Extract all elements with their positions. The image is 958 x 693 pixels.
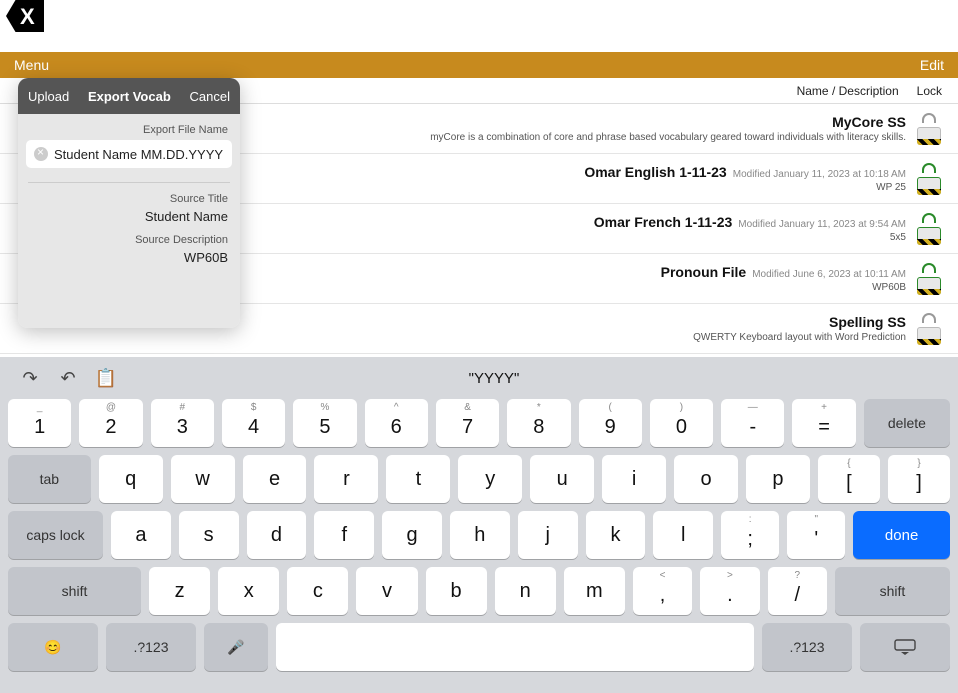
key-n[interactable]: n [495, 567, 556, 615]
file-description: QWERTY Keyboard layout with Word Predict… [693, 332, 906, 343]
app-logo: X [0, 0, 44, 32]
shift-key-left[interactable]: shift [8, 567, 141, 615]
emoji-key[interactable]: 😊 [8, 623, 98, 671]
key-y[interactable]: y [458, 455, 522, 503]
key-v[interactable]: v [356, 567, 417, 615]
file-modified: Modified January 11, 2023 at 10:18 AM [733, 169, 906, 180]
key-2[interactable]: @2 [79, 399, 142, 447]
source-title-value: Student Name [30, 209, 228, 224]
source-title-label: Source Title [30, 193, 228, 205]
redo-icon[interactable]: ↷ [18, 366, 42, 390]
key-c[interactable]: c [287, 567, 348, 615]
export-vocab-popover: Upload Export Vocab Cancel Export File N… [18, 78, 240, 328]
key-e[interactable]: e [243, 455, 307, 503]
key-punct[interactable]: <, [633, 567, 692, 615]
lock-icon [916, 313, 942, 345]
delete-key[interactable]: delete [864, 399, 950, 447]
file-modified: Modified January 11, 2023 at 9:54 AM [738, 219, 906, 230]
dictation-key[interactable]: 🎤 [204, 623, 268, 671]
key-q[interactable]: q [99, 455, 163, 503]
cancel-button[interactable]: Cancel [190, 89, 230, 104]
key-d[interactable]: d [247, 511, 307, 559]
popover-title: Export Vocab [88, 89, 171, 104]
capslock-key[interactable]: caps lock [8, 511, 103, 559]
key-5[interactable]: %5 [293, 399, 356, 447]
key-=[interactable]: += [792, 399, 855, 447]
clear-text-icon[interactable] [34, 147, 48, 161]
key-bracket[interactable]: {[ [818, 455, 880, 503]
file-description: WP 25 [584, 182, 906, 193]
key-b[interactable]: b [426, 567, 487, 615]
file-title: MyCore SS [430, 114, 906, 130]
key-j[interactable]: j [518, 511, 578, 559]
key-k[interactable]: k [586, 511, 646, 559]
key-punct[interactable]: :; [721, 511, 779, 559]
file-title: Omar French 1-11-23Modified January 11, … [594, 214, 906, 230]
key-o[interactable]: o [674, 455, 738, 503]
key-9[interactable]: (9 [579, 399, 642, 447]
key-7[interactable]: &7 [436, 399, 499, 447]
key-p[interactable]: p [746, 455, 810, 503]
key-f[interactable]: f [314, 511, 374, 559]
key-3[interactable]: #3 [151, 399, 214, 447]
key-punct[interactable]: >. [700, 567, 759, 615]
key-8[interactable]: *8 [507, 399, 570, 447]
key-g[interactable]: g [382, 511, 442, 559]
key-i[interactable]: i [602, 455, 666, 503]
file-title: Pronoun FileModified June 6, 2023 at 10:… [661, 264, 906, 280]
key-punct[interactable]: "' [787, 511, 845, 559]
lock-icon [916, 263, 942, 295]
key-t[interactable]: t [386, 455, 450, 503]
keyboard-suggestion[interactable]: "YYYY" [132, 370, 856, 387]
edit-button[interactable]: Edit [920, 57, 944, 73]
hide-keyboard-key[interactable] [860, 623, 950, 671]
key-4[interactable]: $4 [222, 399, 285, 447]
key-w[interactable]: w [171, 455, 235, 503]
key-a[interactable]: a [111, 511, 171, 559]
file-title: Spelling SS [693, 314, 906, 330]
done-key[interactable]: done [853, 511, 950, 559]
shift-key-right[interactable]: shift [835, 567, 950, 615]
key-l[interactable]: l [653, 511, 713, 559]
file-description: 5x5 [594, 232, 906, 243]
export-filename-input[interactable]: Student Name MM.DD.YYYY [26, 140, 232, 168]
key--[interactable]: —- [721, 399, 784, 447]
numbers-key[interactable]: .?123 [106, 623, 196, 671]
key-punct[interactable]: ?/ [768, 567, 827, 615]
file-title: Omar English 1-11-23Modified January 11,… [584, 164, 906, 180]
key-m[interactable]: m [564, 567, 625, 615]
key-bracket[interactable]: }] [888, 455, 950, 503]
file-description: myCore is a combination of core and phra… [430, 132, 906, 143]
key-h[interactable]: h [450, 511, 510, 559]
space-key[interactable] [276, 623, 754, 671]
key-u[interactable]: u [530, 455, 594, 503]
tab-key[interactable]: tab [8, 455, 91, 503]
lock-icon [916, 213, 942, 245]
lock-icon [916, 163, 942, 195]
key-6[interactable]: ^6 [365, 399, 428, 447]
undo-icon[interactable]: ↶ [56, 366, 80, 390]
onscreen-keyboard: ↷ ↶ 📋 "YYYY" _1@2#3$4%5^6&7*8(9)0—-+=del… [0, 357, 958, 693]
key-z[interactable]: z [149, 567, 210, 615]
title-bar: Menu Edit [0, 52, 958, 78]
numbers-key-right[interactable]: .?123 [762, 623, 852, 671]
key-x[interactable]: x [218, 567, 279, 615]
key-r[interactable]: r [314, 455, 378, 503]
key-0[interactable]: )0 [650, 399, 713, 447]
upload-button[interactable]: Upload [28, 89, 69, 104]
menu-button[interactable]: Menu [14, 57, 49, 73]
key-1[interactable]: _1 [8, 399, 71, 447]
file-description: WP60B [661, 282, 906, 293]
export-filename-label: Export File Name [18, 114, 240, 140]
source-description-label: Source Description [30, 234, 228, 246]
file-modified: Modified June 6, 2023 at 10:11 AM [752, 269, 906, 280]
key-s[interactable]: s [179, 511, 239, 559]
header-name: Name / Description [797, 84, 899, 98]
source-description-value: WP60B [30, 250, 228, 265]
clipboard-icon[interactable]: 📋 [94, 366, 118, 390]
lock-icon [916, 113, 942, 145]
header-lock: Lock [917, 84, 942, 98]
